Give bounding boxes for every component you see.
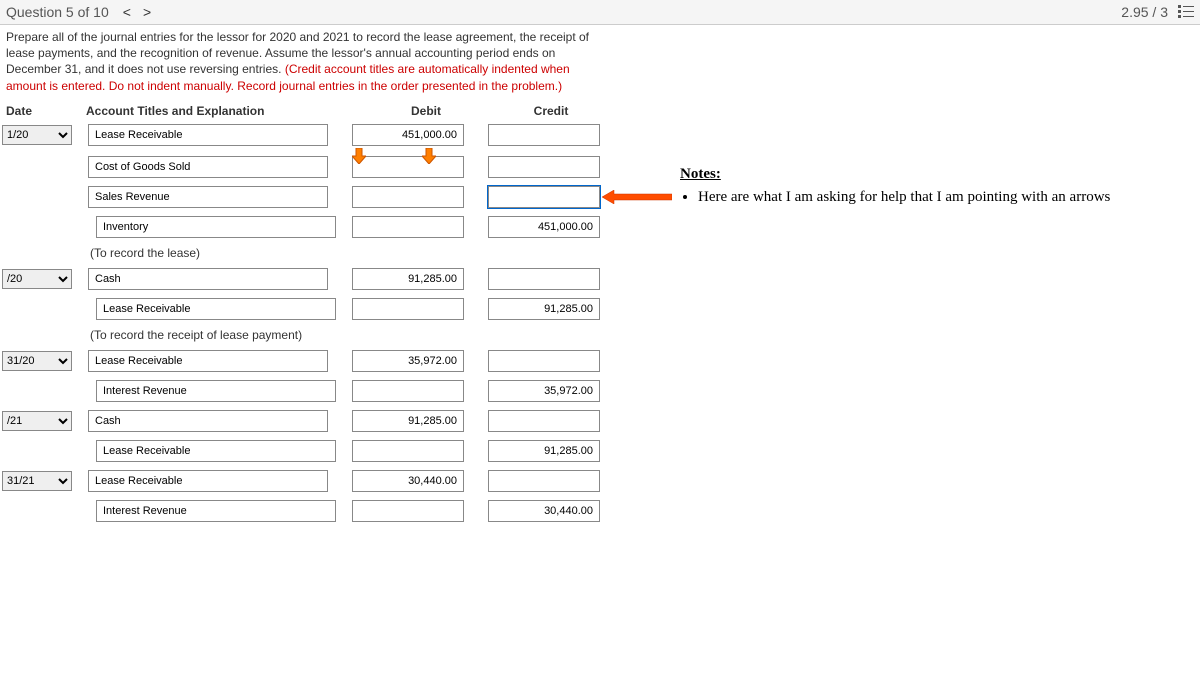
arrow-down-icon (422, 148, 436, 164)
date-select[interactable]: /20 (2, 269, 72, 289)
date-select[interactable]: 31/20 (2, 351, 72, 371)
je-row: /20 (2, 268, 1200, 290)
je-row (2, 500, 1200, 522)
account-title-input[interactable] (96, 298, 336, 320)
notes-heading: Notes: (680, 166, 1110, 183)
instructions-text: Prepare all of the journal entries for t… (0, 25, 600, 98)
credit-input[interactable] (488, 268, 600, 290)
account-title-input[interactable] (88, 156, 328, 178)
arrow-down-icon (352, 148, 366, 164)
date-select[interactable]: 31/21 (2, 471, 72, 491)
credit-input[interactable] (488, 410, 600, 432)
question-number: Question 5 of 10 (6, 4, 109, 20)
debit-input[interactable] (352, 186, 464, 208)
account-title-input[interactable] (96, 380, 336, 402)
credit-input[interactable] (488, 124, 600, 146)
credit-input[interactable] (488, 216, 600, 238)
je-row (2, 298, 1200, 320)
je-row (2, 216, 1200, 238)
debit-input[interactable] (352, 124, 464, 146)
debit-input[interactable] (352, 500, 464, 522)
score-display: 2.95 / 3 (1121, 4, 1168, 20)
debit-input[interactable] (352, 410, 464, 432)
question-list-icon[interactable] (1178, 5, 1194, 19)
debit-input[interactable] (352, 216, 464, 238)
debit-input[interactable] (352, 470, 464, 492)
credit-input[interactable] (488, 298, 600, 320)
je-row: 1/20 (2, 124, 1200, 146)
account-title-input[interactable] (88, 124, 328, 146)
account-title-input[interactable] (96, 500, 336, 522)
account-title-input[interactable] (88, 268, 328, 290)
account-title-input[interactable] (88, 186, 328, 208)
account-title-input[interactable] (88, 350, 328, 372)
account-title-input[interactable] (96, 216, 336, 238)
explanation-text: (To record the receipt of lease payment) (90, 328, 1200, 342)
credit-input[interactable] (488, 186, 600, 208)
credit-input[interactable] (488, 156, 600, 178)
col-debit-header: Debit (366, 104, 486, 118)
debit-input[interactable] (352, 298, 464, 320)
credit-input[interactable] (488, 380, 600, 402)
debit-input[interactable] (352, 156, 464, 178)
credit-input[interactable] (488, 440, 600, 462)
credit-input[interactable] (488, 500, 600, 522)
credit-input[interactable] (488, 470, 600, 492)
col-credit-header: Credit (486, 104, 616, 118)
explanation-text: (To record the lease) (90, 246, 1200, 260)
col-date-header: Date (6, 104, 86, 118)
date-select[interactable]: 1/20 (2, 125, 72, 145)
je-row: /21 (2, 410, 1200, 432)
account-title-input[interactable] (88, 470, 328, 492)
debit-input[interactable] (352, 380, 464, 402)
notes-bullet: Here are what I am asking for help that … (698, 189, 1110, 206)
debit-input[interactable] (352, 268, 464, 290)
next-question-button[interactable]: > (137, 4, 157, 20)
je-row (2, 440, 1200, 462)
arrow-left-icon (602, 190, 672, 204)
column-headers: Date Account Titles and Explanation Debi… (0, 98, 1200, 124)
question-header: Question 5 of 10 < > 2.95 / 3 (0, 0, 1200, 25)
debit-input[interactable] (352, 440, 464, 462)
je-row: 31/21 (2, 470, 1200, 492)
je-row: 31/20 (2, 350, 1200, 372)
credit-input[interactable] (488, 350, 600, 372)
prev-question-button[interactable]: < (117, 4, 137, 20)
debit-input[interactable] (352, 350, 464, 372)
account-title-input[interactable] (96, 440, 336, 462)
je-row (2, 380, 1200, 402)
col-title-header: Account Titles and Explanation (86, 104, 366, 118)
user-notes: Notes: Here are what I am asking for hel… (680, 166, 1110, 208)
date-select[interactable]: /21 (2, 411, 72, 431)
account-title-input[interactable] (88, 410, 328, 432)
